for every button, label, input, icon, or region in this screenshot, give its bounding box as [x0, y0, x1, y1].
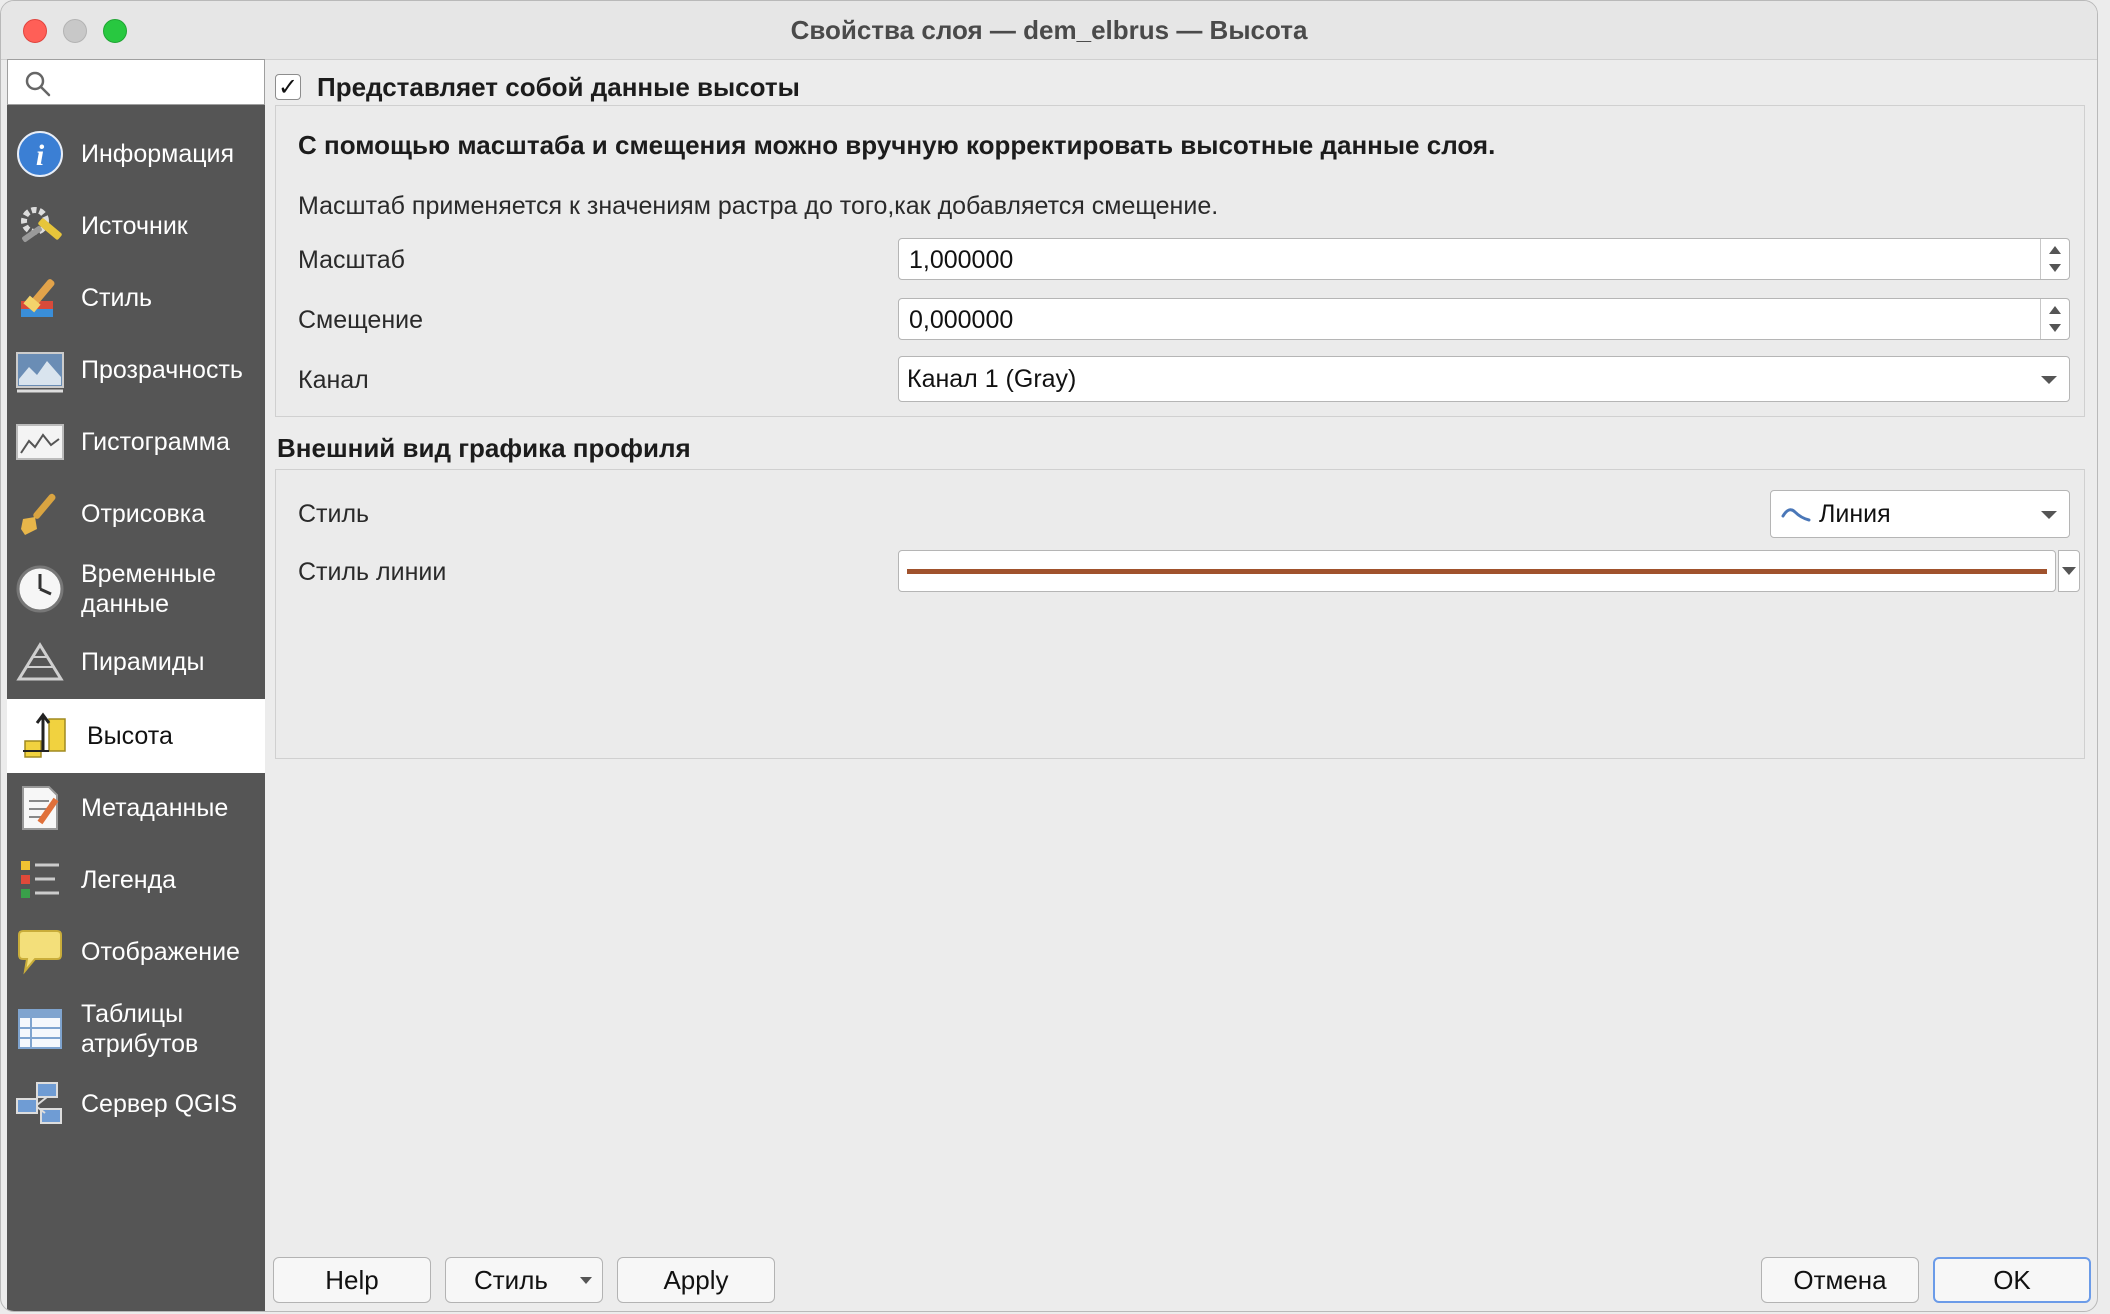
scale-input[interactable]: [907, 243, 2011, 277]
offset-input[interactable]: [907, 303, 2011, 337]
ok-button-label: OK: [1993, 1264, 2031, 1295]
style-brush-icon: [21, 279, 55, 317]
line-style-button[interactable]: [898, 550, 2056, 592]
chevron-down-icon: [580, 1277, 592, 1284]
scale-spinbox[interactable]: [898, 238, 2070, 280]
apply-button[interactable]: Apply: [617, 1257, 775, 1303]
sidebar-item-label: Стиль: [81, 284, 153, 312]
sidebar-item-label: Источник: [81, 212, 188, 240]
sidebar-item-label: Сервер QGIS: [81, 1090, 238, 1118]
style-menu-button[interactable]: Стиль: [445, 1257, 603, 1303]
sidebar-item-display[interactable]: Отображение: [7, 917, 265, 987]
histogram-icon: [16, 424, 64, 460]
sidebar-item-qgis-server[interactable]: Сервер QGIS: [7, 1069, 265, 1139]
sidebar-item-label: Пирамиды: [81, 648, 205, 676]
search-icon: [25, 71, 51, 97]
help-button-label: Help: [325, 1264, 379, 1295]
profile-appearance-group: Стиль Линия Стиль линии: [275, 469, 2085, 759]
sidebar-item-label: Гистограмма: [81, 428, 230, 456]
window-title: Свойства слоя — dem_elbrus — Высота: [790, 15, 1308, 45]
sidebar-item-temporal[interactable]: Временные данные: [7, 551, 265, 627]
svg-text:i: i: [36, 139, 45, 172]
offset-label: Смещение: [298, 306, 424, 334]
search-input[interactable]: [60, 66, 260, 100]
profile-style-combobox[interactable]: Линия: [1770, 490, 2070, 538]
scale-label: Масштаб: [298, 246, 405, 274]
sidebar-item-rendering[interactable]: Отрисовка: [7, 479, 265, 549]
sidebar-item-histogram[interactable]: Гистограмма: [7, 407, 265, 477]
elevation-data-checkbox-label: Представляет собой данные высоты: [317, 71, 800, 102]
sidebar-item-label: Прозрачность: [81, 356, 243, 384]
sidebar-item-legend[interactable]: Легенда: [7, 845, 265, 915]
apply-button-label: Apply: [663, 1264, 729, 1295]
sidebar-item-label: Таблицы атрибутов: [81, 1000, 199, 1058]
line-style-preview: [907, 569, 2047, 574]
transparency-icon: [16, 352, 64, 393]
sidebar-item-source[interactable]: Источник: [7, 191, 265, 261]
rendering-brush-icon: [21, 493, 56, 535]
help-button[interactable]: Help: [273, 1257, 431, 1303]
sidebar-item-label: Высота: [87, 722, 173, 750]
ok-button[interactable]: OK: [1933, 1257, 2091, 1303]
layer-properties-window: Свойства слоя — dem_elbrus — Высота i Ин…: [0, 0, 2098, 1312]
offset-step-down-icon[interactable]: [2049, 324, 2061, 332]
profile-style-label: Стиль: [298, 500, 370, 528]
cancel-button[interactable]: Отмена: [1761, 1257, 1919, 1303]
scale-stepper[interactable]: [2040, 239, 2069, 279]
chevron-down-icon: [2041, 511, 2057, 519]
band-label: Канал: [298, 366, 369, 394]
pyramids-icon: [16, 642, 64, 681]
chevron-down-icon: [2062, 567, 2076, 575]
sidebar-search-field[interactable]: [7, 59, 265, 105]
source-tools-icon: [21, 207, 62, 242]
sidebar-item-label: Метаданные: [81, 794, 229, 822]
sidebar-item-label: Отрисовка: [81, 500, 206, 528]
sidebar-item-pyramids[interactable]: Пирамиды: [7, 627, 265, 697]
attribute-table-icon: [18, 1009, 62, 1049]
clock-icon: [16, 565, 64, 613]
line-style-dropdown-button[interactable]: [2058, 550, 2080, 592]
line-style-label: Стиль линии: [298, 558, 447, 586]
elevation-icon: [23, 712, 66, 758]
sidebar-item-label: Временные данные: [81, 560, 217, 618]
scale-offset-note: Масштаб применяется к значениям растра д…: [298, 192, 1219, 220]
sidebar-item-style[interactable]: Стиль: [7, 263, 265, 333]
cancel-button-label: Отмена: [1793, 1264, 1887, 1295]
legend-icon: [21, 861, 59, 898]
display-speech-icon: [18, 930, 62, 975]
sidebar-item-label: Отображение: [81, 938, 240, 966]
qgis-server-icon: [16, 1082, 62, 1124]
scale-offset-group: С помощью масштаба и смещения можно вруч…: [275, 105, 2085, 417]
sidebar: i Информация Источник Стиль Прозрачность…: [7, 59, 265, 1311]
profile-style-value: Линия: [1819, 499, 1891, 528]
scale-step-up-icon[interactable]: [2049, 246, 2061, 254]
sidebar-item-label: Легенда: [81, 866, 177, 894]
sidebar-item-label: Информация: [81, 140, 235, 168]
band-combobox[interactable]: Канал 1 (Gray): [898, 356, 2070, 402]
sidebar-item-information[interactable]: i Информация: [7, 119, 265, 189]
band-combobox-value: Канал 1 (Gray): [907, 364, 1077, 393]
title-bar: Свойства слоя — dem_elbrus — Высота: [1, 1, 2097, 60]
info-icon: i: [17, 131, 63, 177]
chevron-down-icon: [2041, 376, 2057, 384]
metadata-icon: [22, 786, 59, 830]
scale-step-down-icon[interactable]: [2049, 264, 2061, 272]
sidebar-item-elevation[interactable]: Высота: [7, 699, 265, 773]
sidebar-item-attribute-tables[interactable]: Таблицы атрибутов: [7, 989, 265, 1069]
scale-offset-group-title: С помощью масштаба и смещения можно вруч…: [298, 130, 1496, 160]
elevation-data-checkbox[interactable]: ✓: [275, 74, 301, 101]
line-symbol-icon: [1781, 508, 1811, 522]
offset-spinbox[interactable]: [898, 298, 2070, 340]
profile-appearance-heading: Внешний вид графика профиля: [277, 433, 691, 463]
sidebar-item-metadata[interactable]: Метаданные: [7, 773, 265, 843]
elevation-data-checkbox-row[interactable]: ✓ Представляет собой данные высоты: [275, 69, 800, 105]
elevation-page: ✓ Представляет собой данные высоты С пом…: [271, 59, 2097, 1311]
style-button-label: Стиль: [474, 1264, 548, 1295]
offset-step-up-icon[interactable]: [2049, 306, 2061, 314]
sidebar-item-transparency[interactable]: Прозрачность: [7, 335, 265, 405]
offset-stepper[interactable]: [2040, 299, 2069, 339]
